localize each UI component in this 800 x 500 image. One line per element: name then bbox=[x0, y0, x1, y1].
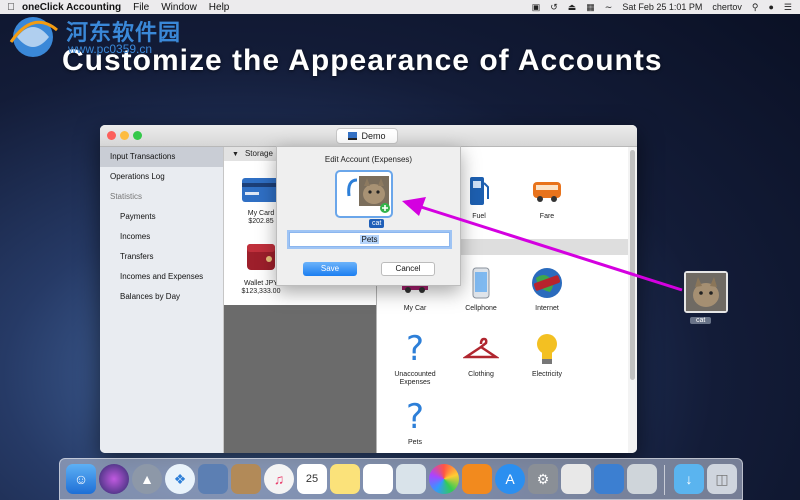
apple-icon[interactable]:  bbox=[0, 2, 22, 13]
eject-icon[interactable]: ⏏ bbox=[568, 2, 577, 13]
account-fare[interactable]: Fare bbox=[517, 173, 577, 221]
account-name-value: Pets bbox=[360, 235, 379, 244]
app-store-icon[interactable]: A bbox=[495, 464, 525, 494]
drag-icon-label: cat bbox=[369, 219, 385, 228]
safari-icon[interactable]: ❖ bbox=[165, 464, 195, 494]
dock-separator bbox=[664, 465, 665, 495]
close-window-button[interactable] bbox=[107, 131, 116, 140]
document-selector[interactable]: Demo bbox=[336, 128, 398, 144]
account-balance: $123,333.00 bbox=[241, 288, 281, 295]
clothes-hanger-icon bbox=[463, 337, 499, 359]
input-source-icon[interactable]: ▦ bbox=[586, 2, 595, 13]
account-label: Unaccounted Expenses bbox=[394, 371, 436, 386]
fuel-pump-icon bbox=[470, 177, 489, 205]
wifi-icon[interactable]: ∼ bbox=[605, 2, 613, 13]
cellphone-icon bbox=[472, 267, 490, 299]
contacts-icon[interactable] bbox=[231, 464, 261, 494]
preview-icon[interactable] bbox=[198, 464, 228, 494]
menu-app-name[interactable]: oneClick Accounting bbox=[22, 2, 121, 13]
oneclick-accounting-icon[interactable] bbox=[594, 464, 624, 494]
document-icon bbox=[348, 132, 358, 140]
account-pets[interactable]: ? Pets bbox=[385, 399, 445, 447]
screen-mirror-icon[interactable]: ▣ bbox=[532, 2, 541, 13]
notes-icon[interactable] bbox=[330, 464, 360, 494]
itunes-icon[interactable]: ♫ bbox=[264, 464, 294, 494]
downloads-folder-icon[interactable]: ↓ bbox=[674, 464, 704, 494]
launchpad-icon[interactable]: ▲ bbox=[132, 464, 162, 494]
spotlight-icon[interactable]: ⚲ bbox=[752, 2, 759, 13]
dock: ☺ ▲ ❖ ♫ 25 A ⚙ ↓ ◫ bbox=[59, 458, 743, 500]
datetime-text[interactable]: Sat Feb 25 1:01 PM bbox=[622, 2, 702, 12]
watermark-logo-icon bbox=[9, 17, 58, 57]
credit-card-icon bbox=[242, 178, 280, 202]
question-mark-icon: ? bbox=[405, 329, 425, 369]
account-label: Clothing bbox=[468, 371, 494, 378]
account-electricity[interactable]: Electricity bbox=[517, 331, 577, 379]
vertical-scrollbar[interactable] bbox=[628, 147, 637, 453]
watermark-url: www.pc0359.cn bbox=[68, 42, 153, 56]
account-clothing[interactable]: Clothing bbox=[451, 331, 511, 379]
siri-icon[interactable] bbox=[99, 464, 129, 494]
scrollbar-thumb[interactable] bbox=[630, 150, 635, 380]
light-bulb-icon bbox=[537, 334, 557, 364]
finder-icon[interactable]: ☺ bbox=[66, 464, 96, 494]
title-bar[interactable]: Demo bbox=[100, 125, 637, 147]
account-label: Pets bbox=[407, 439, 422, 446]
image-capture-icon[interactable] bbox=[627, 464, 657, 494]
cat-photo-icon bbox=[347, 176, 390, 213]
menu-file[interactable]: File bbox=[133, 2, 149, 13]
sidebar-item-incomes[interactable]: Incomes bbox=[100, 227, 223, 247]
cat-thumbnail-icon bbox=[686, 273, 726, 311]
system-preferences-icon[interactable]: ⚙ bbox=[528, 464, 558, 494]
cancel-button[interactable]: Cancel bbox=[381, 262, 435, 276]
dialog-title: Edit Account (Expenses) bbox=[324, 155, 413, 164]
sidebar: Input Transactions Operations Log Statis… bbox=[100, 147, 224, 453]
siri-icon[interactable]: ● bbox=[768, 2, 773, 12]
empty-area bbox=[224, 305, 376, 453]
notification-center-icon[interactable]: ☰ bbox=[784, 2, 792, 13]
menu-window[interactable]: Window bbox=[161, 2, 197, 13]
account-unaccounted-expenses[interactable]: ? Unaccounted Expenses bbox=[385, 331, 445, 387]
zoom-window-button[interactable] bbox=[133, 131, 142, 140]
textedit-icon[interactable] bbox=[561, 464, 591, 494]
icon-drop-well[interactable] bbox=[335, 170, 393, 218]
headline: Customize the Appearance of Accounts bbox=[62, 44, 663, 77]
question-mark-icon: ? bbox=[405, 397, 425, 437]
account-label: Internet bbox=[535, 305, 559, 312]
account-label: Fare bbox=[539, 213, 555, 220]
document-name: Demo bbox=[361, 131, 386, 141]
storage-header-label: Storage bbox=[244, 149, 273, 158]
sidebar-item-balances-by-day[interactable]: Balances by Day bbox=[100, 287, 223, 307]
sidebar-item-incomes-and-expenses[interactable]: Incomes and Expenses bbox=[100, 267, 223, 287]
user-name[interactable]: chertov bbox=[712, 2, 742, 12]
account-label: Electricity bbox=[532, 371, 562, 378]
account-label: My Car bbox=[403, 305, 427, 312]
save-button[interactable]: Save bbox=[303, 262, 357, 276]
calendar-icon[interactable]: 25 bbox=[297, 464, 327, 494]
internet-globe-icon bbox=[532, 268, 562, 298]
desktop-cat-file-label: cat bbox=[690, 317, 712, 324]
sidebar-item-operations-log[interactable]: Operations Log bbox=[100, 167, 223, 187]
desktop-cat-file-icon[interactable] bbox=[684, 271, 728, 313]
photos-icon[interactable] bbox=[429, 464, 459, 494]
ibooks-icon[interactable] bbox=[462, 464, 492, 494]
account-internet[interactable]: Internet bbox=[517, 265, 577, 313]
disclosure-triangle-icon[interactable]: ▼ bbox=[232, 148, 239, 162]
trash-icon[interactable]: ◫ bbox=[707, 464, 737, 494]
sidebar-item-input-transactions[interactable]: Input Transactions bbox=[100, 147, 223, 167]
menu-bar:  oneClick Accounting File Window Help ▣… bbox=[0, 0, 800, 14]
wallet-icon bbox=[247, 244, 275, 270]
sidebar-item-transfers[interactable]: Transfers bbox=[100, 247, 223, 267]
edit-account-dialog: Edit Account (Expenses) cat Pets Save Ca… bbox=[276, 146, 461, 286]
time-machine-icon[interactable]: ↺ bbox=[550, 2, 558, 13]
maps-icon[interactable] bbox=[396, 464, 426, 494]
menu-help[interactable]: Help bbox=[209, 2, 230, 13]
minimize-window-button[interactable] bbox=[120, 131, 129, 140]
account-label: Cellphone bbox=[465, 305, 497, 312]
sidebar-header-statistics: Statistics bbox=[110, 192, 143, 201]
reminders-icon[interactable] bbox=[363, 464, 393, 494]
account-name-input[interactable]: Pets bbox=[289, 232, 450, 247]
bus-icon bbox=[533, 182, 561, 202]
sidebar-item-payments[interactable]: Payments bbox=[100, 207, 223, 227]
